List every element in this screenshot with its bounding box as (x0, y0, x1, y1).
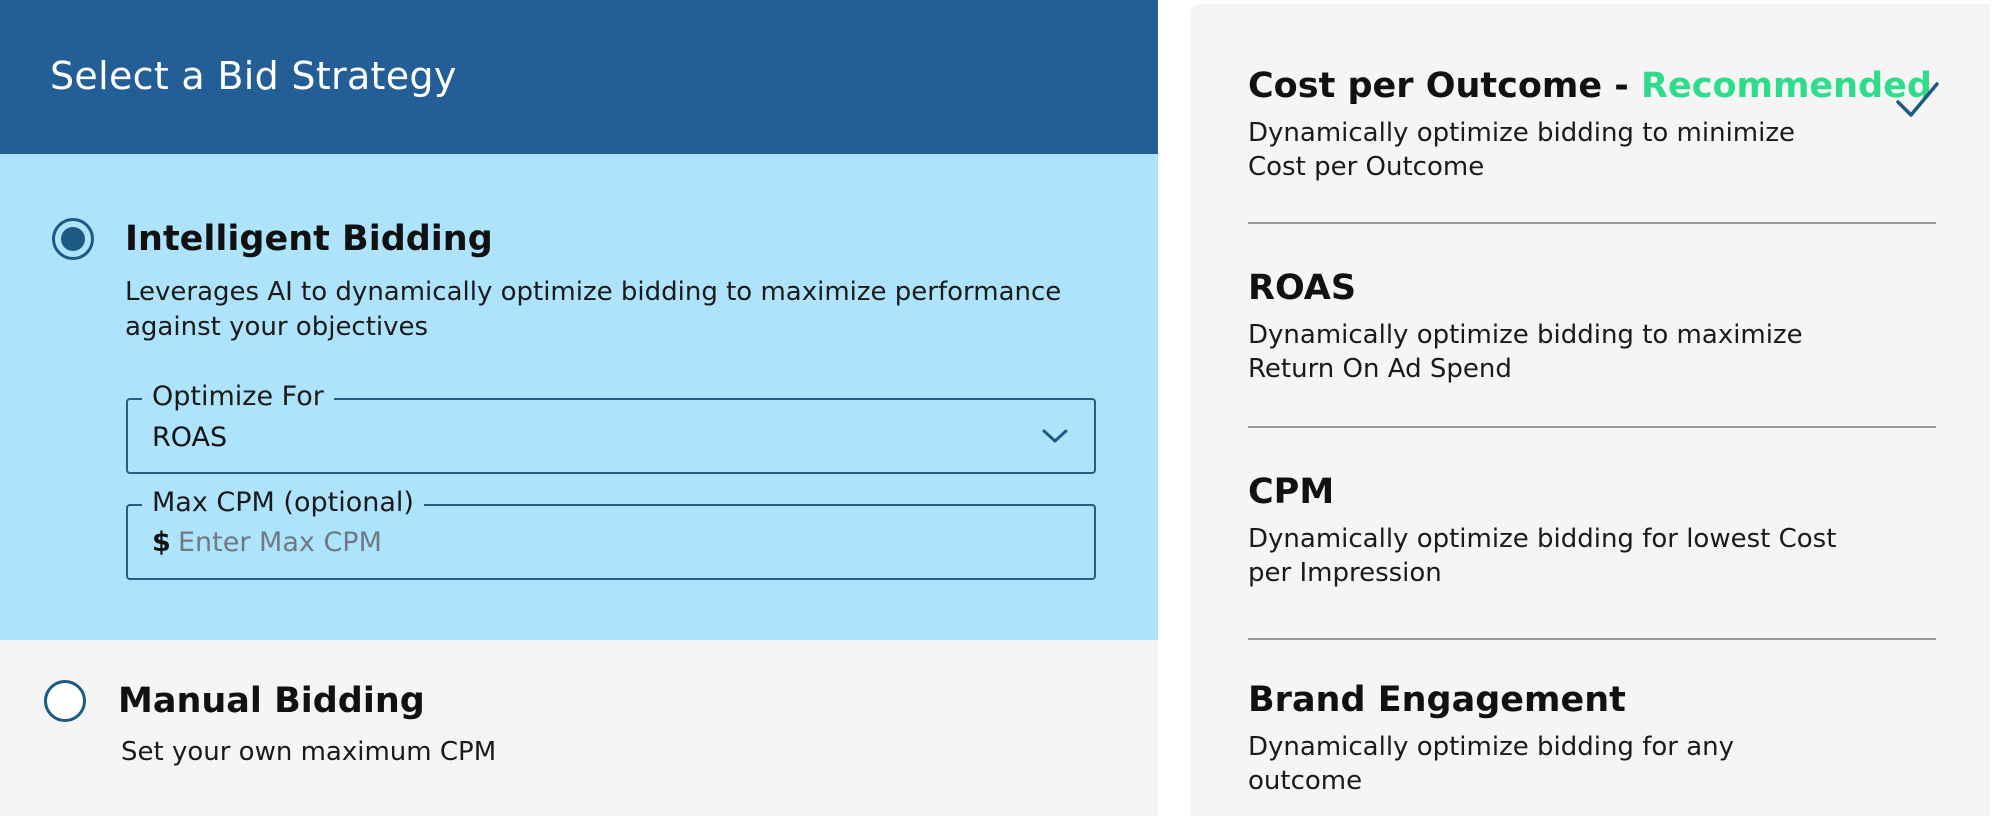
intelligent-bidding-title: Intelligent Bidding (125, 219, 493, 259)
intelligent-bidding-description: Leverages AI to dynamically optimize bid… (125, 277, 1062, 342)
page-title: Select a Bid Strategy (50, 54, 457, 98)
manual-bidding-radio[interactable] (44, 680, 86, 722)
strategy-description: Dynamically optimize bidding to minimize… (1248, 118, 1796, 182)
strategy-roas[interactable]: ROAS Dynamically optimize bidding to max… (1248, 268, 1938, 386)
manual-bidding-option[interactable] (0, 640, 1158, 816)
divider (1248, 638, 1936, 640)
manual-bidding-description: Set your own maximum CPM (121, 737, 497, 767)
optimize-for-label: Optimize For (142, 379, 334, 415)
strategy-title: CPM (1248, 472, 1335, 512)
intelligent-bidding-radio[interactable] (52, 218, 94, 260)
divider (1248, 426, 1936, 428)
max-cpm-input[interactable] (176, 518, 1040, 566)
strategy-description: Dynamically optimize bidding for any out… (1248, 732, 1735, 796)
manual-bidding-title: Manual Bidding (118, 681, 425, 721)
recommended-badge: Recommended (1641, 66, 1932, 106)
strategy-cost-per-outcome[interactable]: Cost per Outcome - Recommended Dynamical… (1248, 66, 1938, 184)
checkmark-icon (1896, 82, 1939, 117)
strategy-cpm[interactable]: CPM Dynamically optimize bidding for low… (1248, 472, 1938, 590)
strategy-description: Dynamically optimize bidding for lowest … (1248, 524, 1837, 588)
strategy-title: Cost per Outcome - Recommended (1248, 66, 1932, 106)
strategy-brand-engagement[interactable]: Brand Engagement Dynamically optimize bi… (1248, 680, 1938, 798)
divider (1248, 222, 1936, 224)
optimize-for-select[interactable]: Optimize For ROAS (126, 379, 1096, 474)
optimization-strategy-list: Cost per Outcome - Recommended Dynamical… (1190, 4, 1990, 816)
max-cpm-label: Max CPM (optional) (142, 485, 424, 521)
panel-header: Select a Bid Strategy (0, 0, 1158, 154)
chevron-down-icon[interactable] (1042, 426, 1068, 446)
strategy-description: Dynamically optimize bidding to maximize… (1248, 320, 1803, 384)
bid-strategy-panel: Select a Bid Strategy Intelligent Biddin… (0, 0, 1158, 816)
max-cpm-field: Max CPM (optional) $ (126, 485, 1096, 580)
optimize-for-value: ROAS (152, 422, 228, 453)
strategy-title: ROAS (1248, 268, 1357, 308)
strategy-title: Brand Engagement (1248, 680, 1626, 720)
currency-symbol: $ (152, 527, 171, 558)
